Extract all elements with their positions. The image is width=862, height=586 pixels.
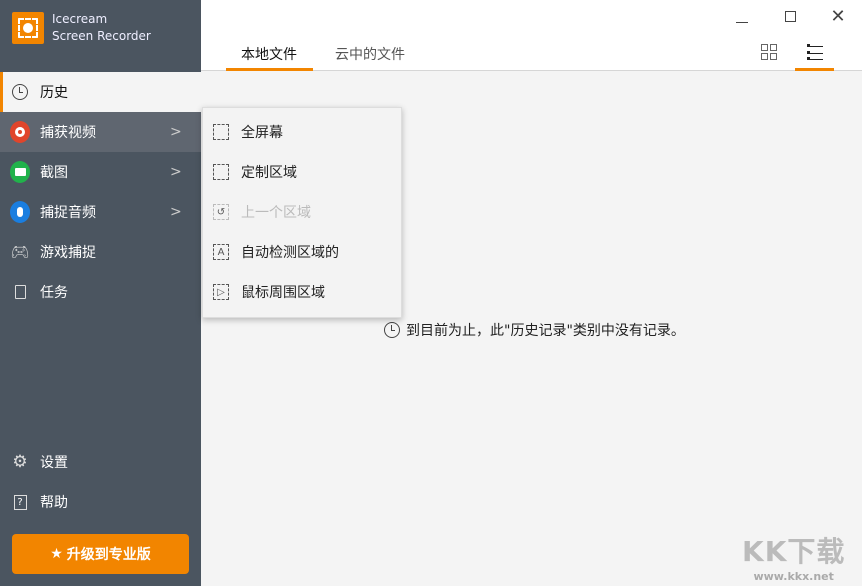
upgrade-button[interactable]: ★ 升级到专业版 <box>12 534 189 574</box>
list-view-button[interactable] <box>807 44 823 60</box>
sidebar-item-help[interactable]: ? 帮助 <box>0 482 201 522</box>
empty-state: 到目前为止，此"历史记录"类别中没有记录。 <box>384 320 685 340</box>
menu-item-fullscreen[interactable]: 全屏幕 <box>203 112 401 152</box>
chevron-right-icon: > <box>170 204 182 220</box>
capture-video-submenu: 全屏幕 定制区域 ↺ 上一个区域 A 自动检测区域的 ▷ 鼠标周围区域 <box>202 107 402 318</box>
sidebar: Icecream Screen Recorder 历史 捕获视频 > 截图 > 捕捉音… <box>0 0 201 586</box>
auto-detect-icon: A <box>213 244 229 260</box>
minimize-button[interactable] <box>732 6 752 26</box>
chevron-right-icon: > <box>170 124 182 140</box>
menu-item-around-mouse[interactable]: ▷ 鼠标周围区域 <box>203 272 401 312</box>
cursor-area-icon: ▷ <box>213 284 229 300</box>
record-icon <box>10 121 30 143</box>
fullscreen-icon <box>213 124 229 140</box>
custom-area-icon <box>213 164 229 180</box>
sidebar-item-capture-video[interactable]: 捕获视频 > <box>0 112 201 152</box>
sidebar-item-capture-audio[interactable]: 捕捉音频 > <box>0 192 201 232</box>
header: ✕ 本地文件 云中的文件 <box>201 0 862 71</box>
task-icon <box>10 282 30 302</box>
chevron-right-icon: > <box>170 164 182 180</box>
grid-view-button[interactable] <box>761 44 777 60</box>
close-button[interactable]: ✕ <box>828 6 848 27</box>
sidebar-item-tasks[interactable]: 任务 <box>0 272 201 312</box>
maximize-button[interactable] <box>780 6 800 26</box>
menu-item-last-area: ↺ 上一个区域 <box>203 192 401 232</box>
last-area-icon: ↺ <box>213 204 229 220</box>
clock-icon <box>384 322 400 338</box>
clock-icon <box>10 82 30 102</box>
menu-item-auto-detect[interactable]: A 自动检测区域的 <box>203 232 401 272</box>
active-view-indicator <box>795 68 834 71</box>
watermark: KK下载 www.kkx.net <box>742 535 846 583</box>
tab-local-files[interactable]: 本地文件 <box>241 44 297 64</box>
active-tab-indicator <box>226 68 313 71</box>
app-logo <box>12 12 44 44</box>
sidebar-item-screenshot[interactable]: 截图 > <box>0 152 201 192</box>
sidebar-item-settings[interactable]: ⚙ 设置 <box>0 442 201 482</box>
gear-icon: ⚙ <box>12 452 28 472</box>
gamepad-icon: 🎮︎ <box>10 243 30 261</box>
help-icon: ? <box>10 492 30 512</box>
sidebar-item-history[interactable]: 历史 <box>0 72 201 112</box>
microphone-icon <box>10 201 30 223</box>
sidebar-item-game-capture[interactable]: 🎮︎ 游戏捕捉 <box>0 232 201 272</box>
tab-cloud-files[interactable]: 云中的文件 <box>335 44 405 64</box>
menu-item-custom-area[interactable]: 定制区域 <box>203 152 401 192</box>
camera-icon <box>10 161 30 183</box>
app-name: Icecream Screen Recorder <box>52 12 151 43</box>
star-icon: ★ <box>50 546 63 562</box>
